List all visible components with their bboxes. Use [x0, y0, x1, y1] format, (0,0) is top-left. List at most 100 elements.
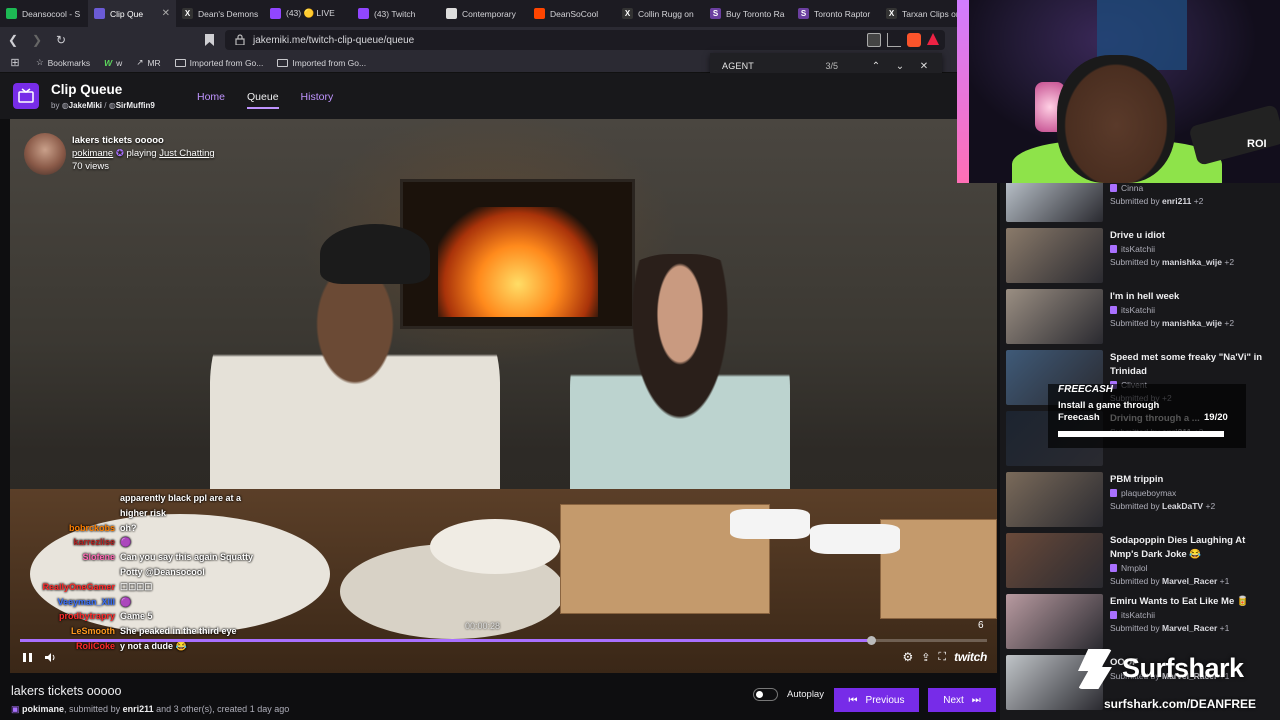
chat-message: Potty @Deansocool: [20, 565, 310, 580]
queue-item[interactable]: Sodapoppin Dies Laughing At Nmp's Dark J…: [1006, 533, 1276, 589]
bookmark-item[interactable]: Imported from Go...: [174, 57, 264, 68]
brave-shield-icon[interactable]: [907, 33, 921, 47]
bookmark-label: Imported from Go...: [189, 57, 264, 68]
chat-message: Slofene Can you say this again Squatty: [20, 550, 310, 565]
progress-knob[interactable]: [866, 636, 876, 645]
browser-tab[interactable]: Clip Que ✕: [88, 0, 176, 27]
queue-thumbnail[interactable]: [1006, 594, 1103, 649]
submitter-name: LeakDaTV: [1162, 501, 1204, 511]
back-icon[interactable]: ❮: [6, 33, 20, 47]
tab-favicon-icon: [446, 8, 457, 19]
bookmark-page-icon[interactable]: [202, 33, 216, 47]
browser-tab[interactable]: Deansocool - S: [0, 0, 88, 27]
apps-grid-icon[interactable]: ⊞: [8, 56, 22, 70]
settings-icon[interactable]: ⚙: [902, 650, 913, 664]
submitter-extra-count: +2: [1224, 257, 1235, 267]
queue-item[interactable]: I'm in hell week itsKatchii Submitted by m…: [1006, 289, 1276, 345]
browser-tab[interactable]: Contemporary: [440, 0, 528, 27]
site-w-icon: W: [104, 57, 113, 68]
queue-item[interactable]: Drive u idiot itsKatchii Submitted by mani…: [1006, 228, 1276, 284]
browser-tab[interactable]: X Dean's Demons: [176, 0, 264, 27]
fullscreen-icon[interactable]: ⛶: [938, 651, 946, 664]
channel-name: itsKatchii: [1121, 305, 1156, 315]
channel-icon: [1110, 489, 1117, 497]
channel-icon: [1110, 245, 1117, 253]
queue-thumbnail[interactable]: [1006, 472, 1103, 527]
next-button[interactable]: Next ⏭: [928, 688, 996, 712]
share-clip-icon[interactable]: ⇪: [921, 651, 930, 664]
queue-item[interactable]: Emiru Wants to Eat Like Me 🥫 itsKatchii Su…: [1006, 594, 1276, 650]
chat-message: prodbytrapry Game 5: [20, 609, 310, 624]
game-link[interactable]: Just Chatting: [159, 148, 214, 159]
browser-tab[interactable]: (43) Twitch: [352, 0, 440, 27]
submitter-name: manishka_wije: [1162, 318, 1223, 328]
tab-title: Dean's Demons: [198, 8, 258, 19]
volume-icon[interactable]: [45, 650, 57, 668]
queue-item[interactable]: PBM trippin plaqueboymax Submitted by Leak…: [1006, 472, 1276, 528]
queue-item-title: I'm in hell week: [1110, 291, 1180, 302]
browser-tab[interactable]: DeanSoCool: [528, 0, 616, 27]
address-bar[interactable]: jakemiki.me/twitch-clip-queue/queue: [225, 30, 945, 50]
twitch-logo[interactable]: twitch: [954, 650, 987, 664]
find-next-icon[interactable]: ⌄: [894, 61, 906, 72]
chat-text: Can you say this again Squatty: [120, 552, 254, 563]
rewards-icon[interactable]: [927, 33, 939, 45]
freecash-ad[interactable]: FREECASH Install a game through Freecash…: [1048, 384, 1246, 448]
reload-icon[interactable]: ↻: [54, 33, 68, 47]
browser-tab[interactable]: X Collin Rugg on: [616, 0, 704, 27]
next-icon: ⏭: [971, 694, 981, 706]
submitted-by-label: Submitted by: [1110, 196, 1160, 206]
reader-mode-icon[interactable]: [867, 33, 881, 47]
pause-icon[interactable]: [22, 650, 33, 668]
previous-button[interactable]: ⏮ Previous: [834, 688, 919, 712]
browser-tab[interactable]: (43) 🟡 LIVE: [264, 0, 352, 27]
streamer-link[interactable]: pokimane: [72, 148, 113, 159]
share-icon[interactable]: [887, 33, 901, 47]
queue-item-submitter: Submitted by manishka_wije +2: [1110, 318, 1234, 328]
chat-username: karrezlise: [73, 537, 115, 548]
autoplay-toggle[interactable]: Autoplay: [753, 688, 824, 701]
find-input[interactable]: AGENT: [722, 61, 825, 71]
bookmark-label: Bookmarks: [47, 57, 91, 68]
video-player[interactable]: lakers tickets ooooo pokimane ✪ playing …: [10, 119, 997, 673]
queue-thumbnail[interactable]: [1006, 289, 1103, 344]
autoplay-switch[interactable]: [753, 688, 778, 701]
clip-meta-rest: and 3 other(s), created 1 day ago: [156, 704, 290, 714]
clip-queue-logo-icon[interactable]: [13, 83, 39, 109]
bookmark-item[interactable]: Ww: [104, 58, 122, 68]
channel-link[interactable]: pokimane: [22, 704, 64, 714]
author-link-sirmuffin9[interactable]: SirMuffin9: [116, 101, 155, 110]
streamer-avatar[interactable]: [24, 133, 66, 175]
channel-name: itsKatchii: [1121, 244, 1156, 254]
submitter-link[interactable]: enri211: [123, 704, 154, 714]
verified-icon: ✪: [115, 148, 124, 159]
tab-favicon-icon: X: [182, 8, 193, 19]
tab-close-icon[interactable]: ✕: [162, 8, 170, 19]
clip-info: lakers tickets ooooo pokimane ✪ playing …: [24, 133, 215, 175]
queue-thumbnail[interactable]: [1006, 180, 1103, 222]
bookmark-item[interactable]: ☆ Bookmarks: [36, 57, 90, 68]
browser-tab[interactable]: S Toronto Raptor: [792, 0, 880, 27]
queue-thumbnail[interactable]: [1006, 228, 1103, 283]
channel-icon: [1110, 306, 1117, 314]
nav-queue[interactable]: Queue: [247, 91, 279, 109]
submitter-extra-count: +2: [1193, 196, 1204, 206]
forward-icon[interactable]: ❯: [30, 33, 44, 47]
surfshark-sponsor: Surfshark surfshark.com/DEANFREE: [1078, 645, 1278, 720]
author-link-jakemiki[interactable]: JakeMiki: [69, 101, 102, 110]
progress-bar[interactable]: [20, 636, 987, 645]
queue-thumbnail[interactable]: [1006, 533, 1103, 588]
clip-meta: ▣ pokimane, submitted by enri211 and 3 o…: [11, 704, 289, 715]
playing-label: playing: [126, 148, 157, 159]
bookmark-label: w: [116, 57, 123, 68]
find-close-icon[interactable]: ✕: [918, 61, 930, 72]
nav-history[interactable]: History: [301, 91, 334, 109]
find-previous-icon[interactable]: ⌃: [870, 61, 882, 72]
browser-tab[interactable]: S Buy Toronto Ra: [704, 0, 792, 27]
browser-tab[interactable]: X Tarxan Clips on: [880, 0, 968, 27]
site-info-icon[interactable]: [235, 34, 245, 45]
bookmark-item[interactable]: ↗ MR: [136, 57, 160, 68]
channel-name: Cinna: [1121, 183, 1144, 193]
nav-home[interactable]: Home: [197, 91, 225, 109]
bookmark-item[interactable]: Imported from Go...: [277, 58, 366, 68]
